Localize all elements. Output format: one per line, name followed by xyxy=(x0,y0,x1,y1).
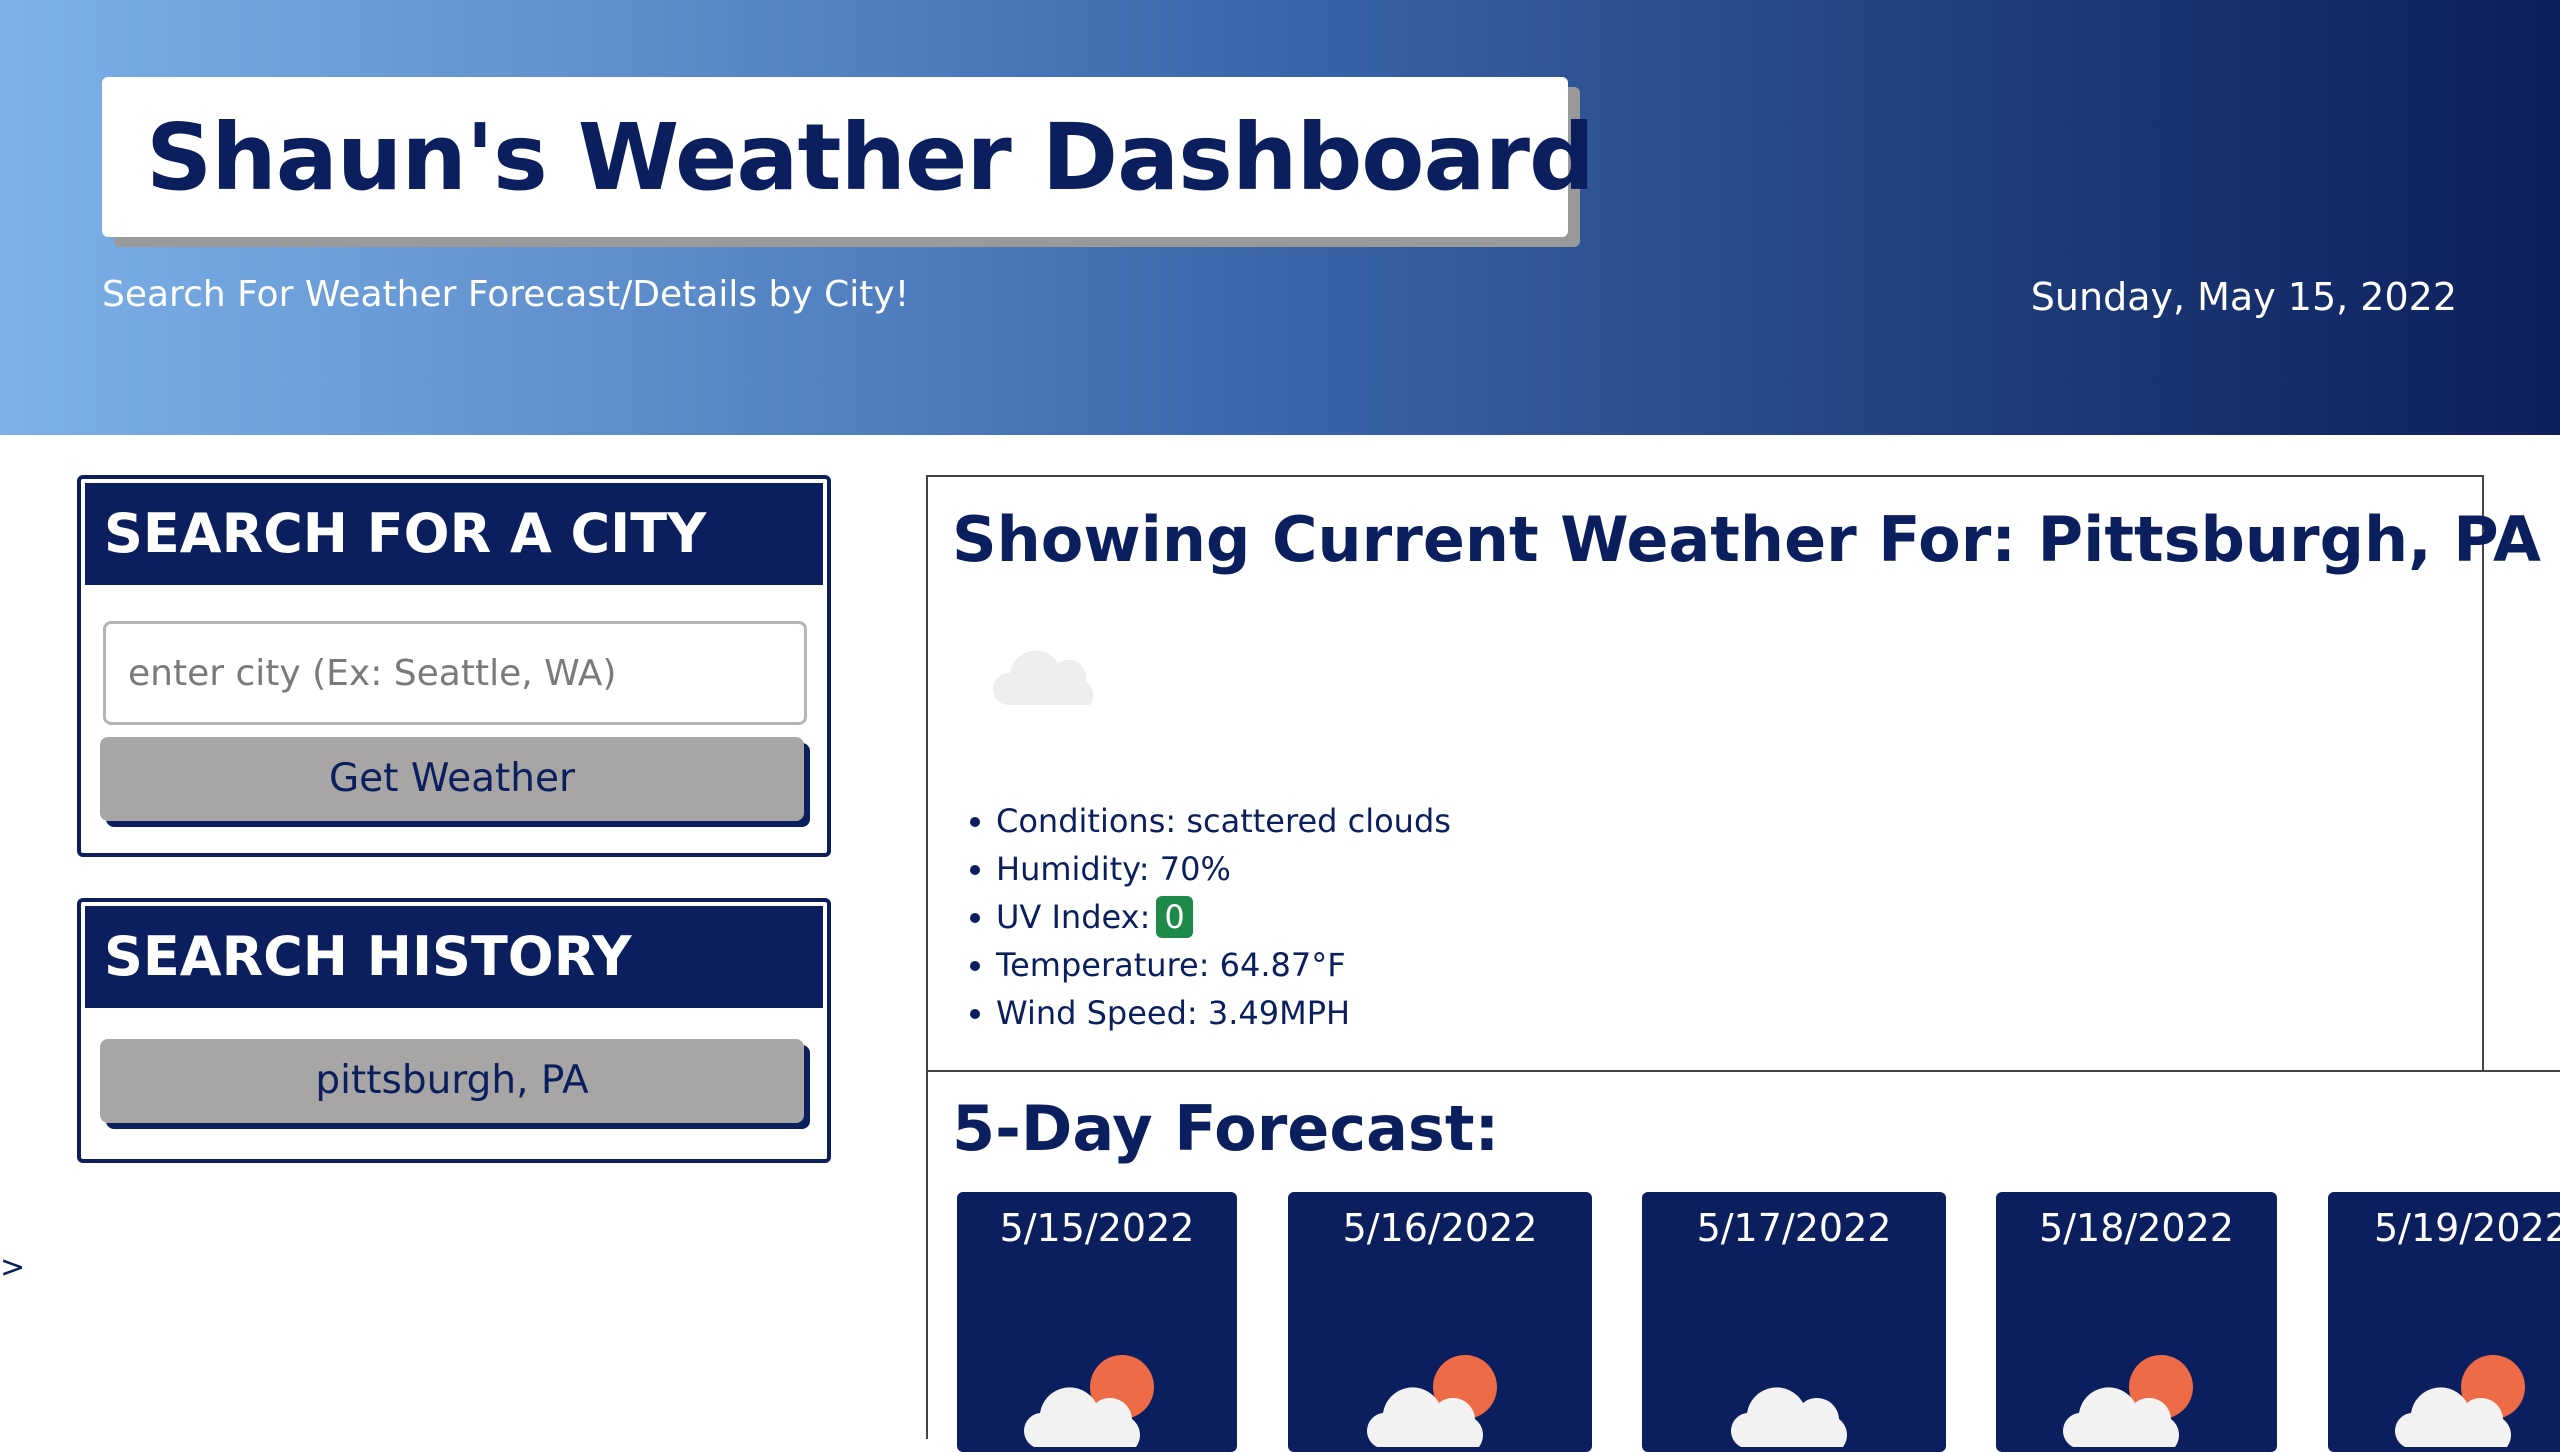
forecast-date: 5/16/2022 xyxy=(1342,1206,1538,1250)
get-weather-button[interactable]: Get Weather xyxy=(100,737,804,821)
uv-index-label: UV Index: xyxy=(996,898,1151,936)
uv-index-badge: 0 xyxy=(1156,896,1193,938)
page-header: Shaun's Weather Dashboard Search For Wea… xyxy=(0,0,2560,435)
forecast-date: 5/17/2022 xyxy=(1696,1206,1892,1250)
search-panel: SEARCH FOR A CITY Get Weather xyxy=(77,475,831,857)
search-heading: SEARCH FOR A CITY xyxy=(85,483,823,585)
cloud-sun-icon xyxy=(2063,1355,2193,1447)
current-weather-card: Showing Current Weather For: Pittsburgh,… xyxy=(926,475,2541,1072)
current-weather-details: Conditions: scattered clouds Humidity: 7… xyxy=(970,797,1451,1037)
forecast-card: 5/17/2022 xyxy=(1642,1192,1946,1452)
title-banner: Shaun's Weather Dashboard xyxy=(102,77,1595,237)
cloud-sun-icon xyxy=(1024,1355,1154,1447)
temperature-detail: Temperature: 64.87°F xyxy=(970,941,1451,989)
search-history-panel: SEARCH HISTORY pittsburgh, PA xyxy=(77,898,831,1163)
scattered-clouds-icon xyxy=(992,650,1094,705)
cloud-icon xyxy=(1731,1387,1847,1447)
forecast-date: 5/15/2022 xyxy=(999,1206,1195,1250)
city-search-input[interactable] xyxy=(103,621,807,725)
history-heading: SEARCH HISTORY xyxy=(85,906,823,1008)
forecast-date: 5/19/2022 xyxy=(2374,1206,2560,1250)
page-title: Shaun's Weather Dashboard xyxy=(146,103,1595,211)
forecast-card: 5/18/2022 xyxy=(1996,1192,2277,1452)
history-item-button[interactable]: pittsburgh, PA xyxy=(100,1039,804,1123)
page-subtitle: Search For Weather Forecast/Details by C… xyxy=(102,274,910,315)
wind-speed-detail: Wind Speed: 3.49MPH xyxy=(970,989,1451,1037)
humidity-detail: Humidity: 70% xyxy=(970,845,1451,893)
current-date: Sunday, May 15, 2022 xyxy=(2030,275,2457,319)
stray-text: > xyxy=(0,1250,26,1285)
forecast-date: 5/18/2022 xyxy=(2039,1206,2234,1250)
cloud-sun-icon xyxy=(2395,1355,2525,1447)
cloud-sun-icon xyxy=(1367,1355,1497,1447)
forecast-title: 5-Day Forecast: xyxy=(952,1092,1500,1165)
conditions-detail: Conditions: scattered clouds xyxy=(970,797,1451,845)
uv-index-detail: UV Index: 0 xyxy=(970,893,1451,941)
forecast-card: 5/15/2022 xyxy=(957,1192,1237,1452)
current-weather-title: Showing Current Weather For: Pittsburgh,… xyxy=(952,503,2542,576)
forecast-card: 5/19/2022 xyxy=(2328,1192,2560,1452)
forecast-card: 5/16/2022 xyxy=(1288,1192,1592,1452)
